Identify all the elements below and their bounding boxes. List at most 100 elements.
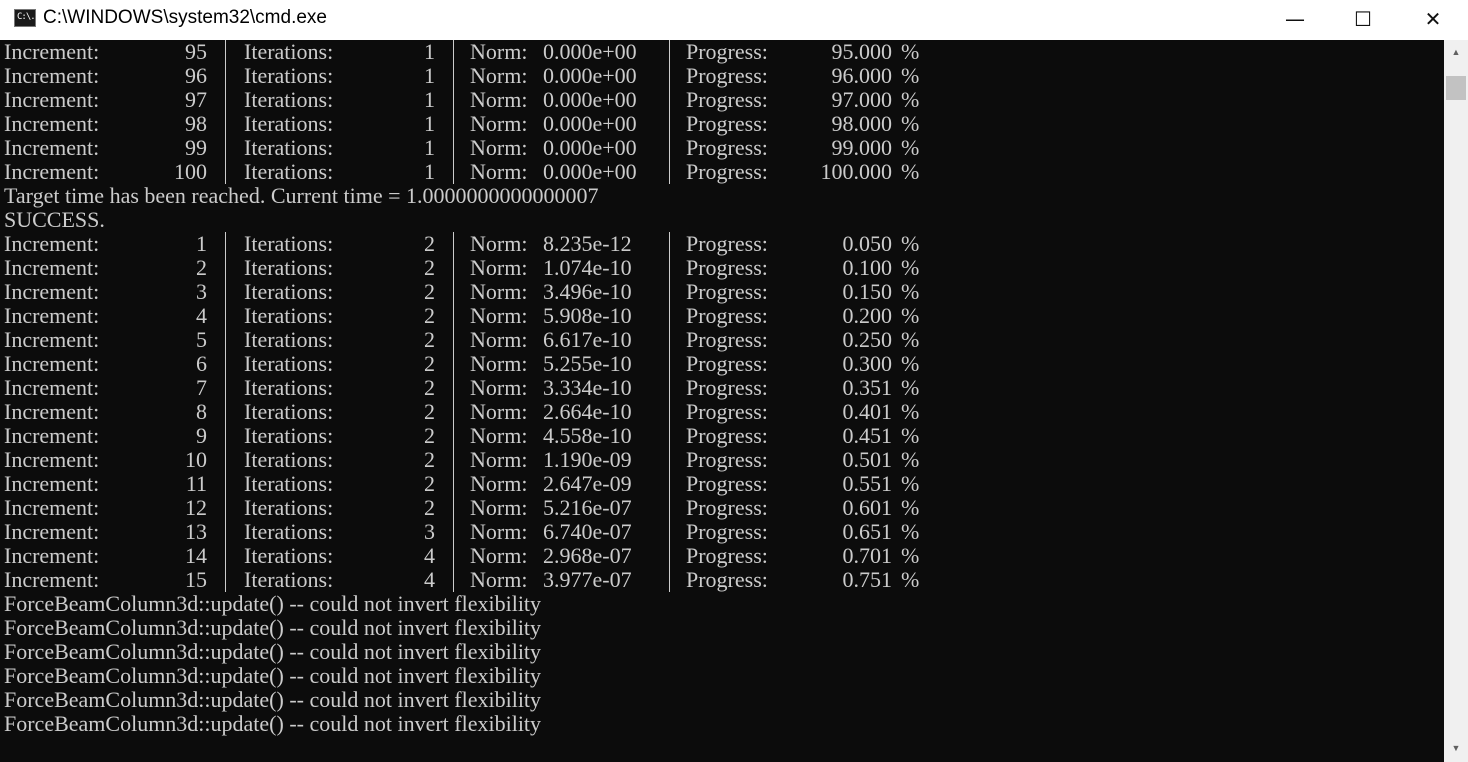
- column-separator: [453, 376, 454, 400]
- column-separator: [225, 328, 226, 352]
- increment-value: 100: [174, 159, 207, 184]
- console-output[interactable]: Increment: 95 Iterations: 1 Norm: 0.000e+00 Pr…: [0, 40, 1444, 762]
- minimize-button[interactable]: —: [1260, 0, 1330, 38]
- increment-value: 6: [196, 351, 207, 376]
- increment-label: Increment:: [4, 111, 100, 136]
- progress-line: Increment: 15 Iterations: 4 Norm: 3.977e-07 Pr…: [0, 568, 1444, 592]
- cmd-icon-text: C:\.: [17, 12, 36, 22]
- column-separator: [225, 88, 226, 112]
- column-separator: [225, 568, 226, 592]
- increment-value: 9: [196, 423, 207, 448]
- progress-line: Increment: 98 Iterations: 1 Norm: 0.000e+00 Pr…: [0, 112, 1444, 136]
- column-separator: [225, 376, 226, 400]
- percent-sign: %: [901, 231, 920, 256]
- progress-line: Increment: 12 Iterations: 2 Norm: 5.216e-07 Pr…: [0, 496, 1444, 520]
- norm-value: 0.000e+00: [543, 40, 637, 64]
- column-separator: [669, 232, 670, 256]
- column-separator: [453, 232, 454, 256]
- column-separator: [453, 88, 454, 112]
- progress-value: 0.551: [842, 471, 893, 496]
- norm-value: 0.000e+00: [543, 159, 637, 184]
- increment-label: Increment:: [4, 519, 100, 544]
- column-separator: [225, 40, 226, 64]
- percent-sign: %: [901, 40, 920, 64]
- progress-line: Increment: 1 Iterations: 2 Norm: 8.235e-12 Pro…: [0, 232, 1444, 256]
- progress-value: 0.451: [842, 423, 893, 448]
- progress-value: 0.200: [842, 303, 893, 328]
- progress-value: 0.050: [842, 231, 893, 256]
- column-separator: [225, 136, 226, 160]
- increment-value: 12: [185, 495, 207, 520]
- increment-value: 3: [196, 279, 207, 304]
- column-separator: [225, 160, 226, 184]
- iterations-value: 1: [424, 40, 435, 64]
- norm-label: Norm:: [470, 40, 528, 64]
- progress-value: 0.651: [842, 519, 893, 544]
- iterations-value: 2: [424, 231, 435, 256]
- norm-label: Norm:: [470, 135, 528, 160]
- iterations-label: Iterations:: [244, 399, 334, 424]
- column-separator: [225, 112, 226, 136]
- target-time-message-text: Target time has been reached. Current ti…: [4, 183, 599, 208]
- column-separator: [225, 520, 226, 544]
- maximize-button[interactable]: ☐: [1328, 0, 1398, 38]
- column-separator: [225, 280, 226, 304]
- iterations-value: 2: [424, 303, 435, 328]
- norm-value: 6.740e-07: [543, 519, 632, 544]
- iterations-label: Iterations:: [244, 87, 334, 112]
- progress-value: 0.751: [842, 567, 893, 592]
- iterations-value: 4: [424, 567, 435, 592]
- column-separator: [669, 544, 670, 568]
- progress-line: Increment: 97 Iterations: 1 Norm: 0.000e+00 Pr…: [0, 88, 1444, 112]
- norm-label: Norm:: [470, 327, 528, 352]
- title-bar[interactable]: C:\. C:\WINDOWS\system32\cmd.exe — ☐ ✕: [0, 0, 1468, 38]
- norm-value: 2.664e-10: [543, 399, 632, 424]
- progress-value: 96.000: [831, 63, 893, 88]
- column-separator: [669, 88, 670, 112]
- iterations-label: Iterations:: [244, 327, 334, 352]
- column-separator: [453, 40, 454, 64]
- scroll-up-arrow-icon[interactable]: ▲: [1444, 42, 1468, 62]
- column-separator: [225, 448, 226, 472]
- iterations-value: 2: [424, 255, 435, 280]
- iterations-value: 2: [424, 447, 435, 472]
- cmd-app-icon[interactable]: C:\.: [14, 9, 36, 27]
- column-separator: [225, 64, 226, 88]
- norm-value: 0.000e+00: [543, 63, 637, 88]
- increment-value: 97: [185, 87, 207, 112]
- progress-value: 0.300: [842, 351, 893, 376]
- progress-label: Progress:: [686, 471, 768, 496]
- column-separator: [453, 352, 454, 376]
- progress-label: Progress:: [686, 63, 768, 88]
- column-separator: [669, 424, 670, 448]
- progress-label: Progress:: [686, 375, 768, 400]
- vertical-scrollbar[interactable]: ▲ ▼: [1444, 40, 1468, 762]
- progress-label: Progress:: [686, 327, 768, 352]
- iterations-label: Iterations:: [244, 63, 334, 88]
- error-line: ForceBeamColumn3d::update() -- could not…: [0, 640, 1444, 664]
- norm-label: Norm:: [470, 495, 528, 520]
- increment-label: Increment:: [4, 495, 100, 520]
- scroll-down-arrow-icon[interactable]: ▼: [1444, 738, 1468, 758]
- close-button[interactable]: ✕: [1398, 0, 1468, 38]
- iterations-value: 2: [424, 327, 435, 352]
- progress-line: Increment: 9 Iterations: 2 Norm: 4.558e-10 Pro…: [0, 424, 1444, 448]
- scrollbar-thumb[interactable]: [1446, 76, 1466, 100]
- norm-label: Norm:: [470, 447, 528, 472]
- column-separator: [669, 256, 670, 280]
- norm-label: Norm:: [470, 423, 528, 448]
- window-title: C:\WINDOWS\system32\cmd.exe: [43, 7, 327, 28]
- column-separator: [669, 520, 670, 544]
- progress-line: Increment: 6 Iterations: 2 Norm: 5.255e-10 Pro…: [0, 352, 1444, 376]
- progress-line: Increment: 8 Iterations: 2 Norm: 2.664e-10 Pro…: [0, 400, 1444, 424]
- progress-value: 0.701: [842, 543, 893, 568]
- increment-value: 11: [185, 471, 207, 496]
- column-separator: [225, 544, 226, 568]
- increment-label: Increment:: [4, 279, 100, 304]
- norm-label: Norm:: [470, 519, 528, 544]
- column-separator: [453, 472, 454, 496]
- norm-value: 3.334e-10: [543, 375, 632, 400]
- increment-label: Increment:: [4, 255, 100, 280]
- increment-value: 98: [185, 111, 207, 136]
- column-separator: [669, 280, 670, 304]
